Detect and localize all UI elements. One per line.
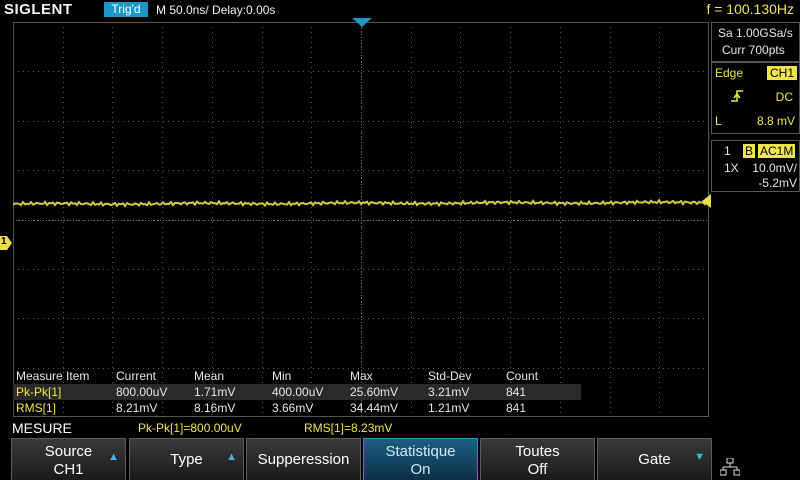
column-header: Max (350, 369, 373, 383)
softkey-bar: Source CH1 ▲ Type ▲ Supperession Statist… (0, 438, 800, 480)
timebase-value: M 50.0ns/ (156, 3, 209, 17)
measure-item: RMS[1] (16, 401, 57, 415)
table-cell: 34.44mV (350, 401, 399, 415)
right-info-panel: Sa 1.00GSa/s Curr 700pts Edge CH1 DC L 8… (711, 22, 800, 417)
gate-button[interactable]: Gate ▼ (597, 438, 712, 480)
acquisition-box: Sa 1.00GSa/s Curr 700pts (711, 22, 800, 62)
channel1-box[interactable]: 1 B AC1M 1X 10.0mV/ -5.2mV (711, 140, 800, 192)
softkey-label: Toutes (515, 443, 560, 460)
table-header-row: Measure Item Current Mean Min Max Std-De… (13, 368, 581, 384)
trigger-coupling: DC (775, 90, 793, 104)
table-cell: 8.16mV (194, 401, 236, 415)
brand-logo: SIGLENT (4, 1, 73, 18)
channel1-marker[interactable]: 1 (0, 236, 12, 250)
top-status-bar: SIGLENT Trig'd M 50.0ns/ Delay:0.00s f =… (0, 0, 800, 20)
table-cell: 400.00uV (272, 385, 324, 399)
memory-depth: Curr 700pts (722, 43, 785, 57)
arrow-up-icon: ▲ (226, 451, 237, 463)
trigger-level-value: 8.8 mV (756, 114, 795, 128)
softkey-label: Supperession (257, 451, 350, 468)
column-header: Measure Item (16, 369, 90, 383)
suppression-button[interactable]: Supperession (246, 438, 361, 480)
column-header: Count (506, 369, 539, 383)
column-header: Std-Dev (428, 369, 472, 383)
waveform-display[interactable] (13, 22, 709, 417)
table-row: Pk-Pk[1] 800.00uV 1.71mV 400.00uV 25.60m… (13, 384, 581, 400)
type-button[interactable]: Type ▲ (129, 438, 244, 480)
delay-value: Delay:0.00s (212, 3, 276, 17)
softkey-value: Off (527, 461, 548, 478)
measure-item: Pk-Pk[1] (16, 385, 62, 399)
table-cell: 3.21mV (428, 385, 470, 399)
bandwidth-limit-flag: B (743, 144, 756, 158)
measurement-statistics-table: Measure Item Current Mean Min Max Std-De… (13, 368, 581, 416)
channel-offset: -5.2mV (758, 176, 797, 190)
softkey-value: CH1 (53, 461, 84, 478)
timebase-readout[interactable]: M 50.0ns/ Delay:0.00s (156, 3, 275, 17)
trigger-position-icon[interactable] (352, 18, 372, 28)
source-button[interactable]: Source CH1 ▲ (11, 438, 126, 480)
graticule (13, 22, 709, 417)
column-header: Current (116, 369, 157, 383)
menu-title: MESURE (12, 420, 72, 436)
table-cell: 800.00uV (116, 385, 168, 399)
channel-coupling: AC1M (758, 144, 796, 158)
rising-edge-icon (731, 90, 743, 102)
table-cell: 1.21mV (428, 401, 470, 415)
arrow-down-icon: ▼ (694, 451, 705, 463)
column-header: Mean (194, 369, 225, 383)
trigger-source: CH1 (766, 66, 797, 80)
table-cell: 8.21mV (116, 401, 158, 415)
trigger-level-label: L (715, 114, 722, 128)
channel-marker-label: 1 (1, 236, 7, 247)
statistics-button[interactable]: Statistique On (363, 438, 478, 480)
table-cell: 1.71mV (194, 385, 236, 399)
network-icon (720, 458, 740, 476)
table-row: RMS[1] 8.21mV 8.16mV 3.66mV 34.44mV 1.21… (13, 400, 581, 416)
all-measurements-button[interactable]: Toutes Off (480, 438, 595, 480)
column-header: Min (272, 369, 292, 383)
frequency-counter: f = 100.130Hz (706, 1, 794, 17)
quick-measure-pkpk: Pk-Pk[1]=800.00uV (138, 421, 242, 435)
table-cell: 841 (506, 401, 527, 415)
channel1-trace (13, 198, 709, 208)
probe-ratio: 1X (724, 161, 739, 175)
menu-status-line: MESURE Pk-Pk[1]=800.00uV RMS[1]=8.23mV (0, 419, 800, 437)
arrow-up-icon: ▲ (108, 451, 119, 463)
volts-per-div: 10.0mV/ (752, 161, 797, 175)
softkey-value: On (410, 461, 431, 478)
table-cell: 3.66mV (272, 401, 314, 415)
trigger-status-badge: Trig'd (104, 2, 148, 17)
trigger-box[interactable]: Edge CH1 DC L 8.8 mV (711, 62, 800, 134)
softkey-label: Statistique (385, 443, 456, 460)
table-cell: 841 (506, 385, 527, 399)
trigger-type: Edge (715, 66, 744, 80)
quick-measure-rms: RMS[1]=8.23mV (304, 421, 393, 435)
channel-number: 1 (724, 144, 731, 158)
sample-rate: Sa 1.00GSa/s (718, 26, 793, 40)
table-cell: 25.60mV (350, 385, 399, 399)
